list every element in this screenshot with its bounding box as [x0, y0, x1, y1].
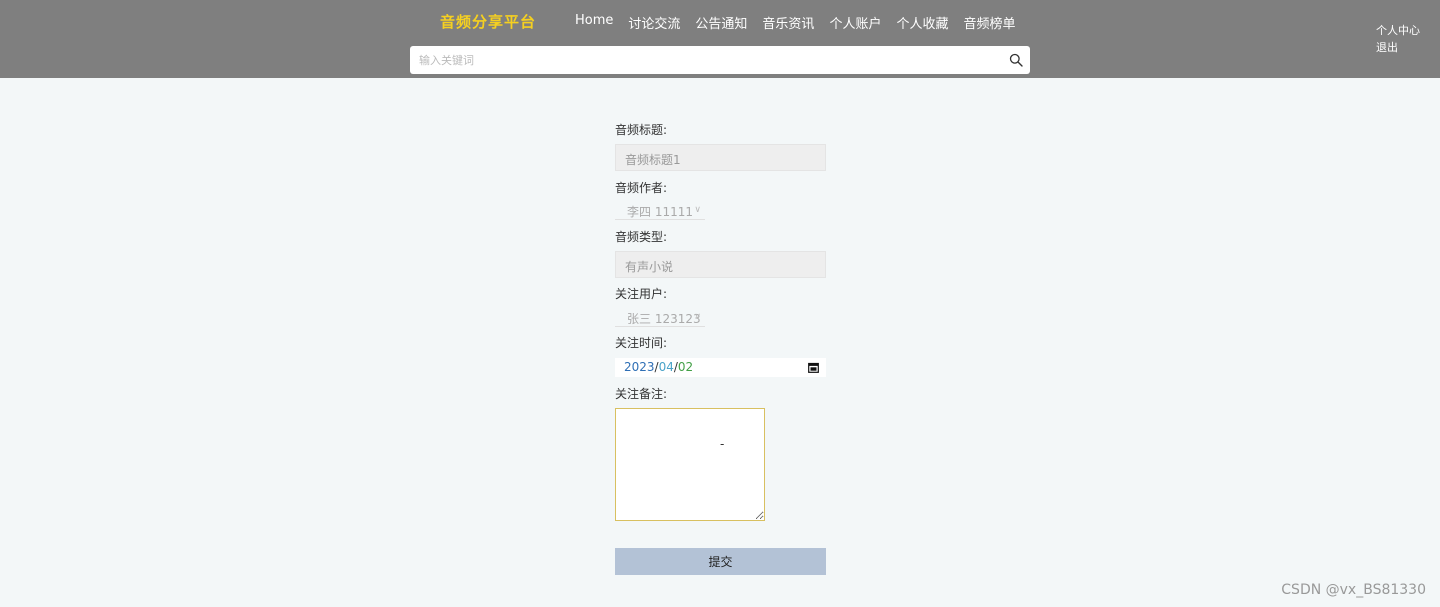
note-textarea[interactable]: [615, 408, 765, 521]
title-field[interactable]: 音频标题1: [615, 144, 826, 171]
date-input[interactable]: 2023/04/02: [615, 358, 826, 377]
note-text: -: [720, 437, 725, 451]
user-select[interactable]: 张三 123123 ∨: [615, 307, 705, 327]
search-input[interactable]: [410, 46, 1000, 74]
chevron-down-icon: ∨: [694, 205, 701, 215]
title-label: 音频标题:: [615, 123, 668, 137]
date-year[interactable]: 2023: [624, 360, 655, 374]
calendar-icon[interactable]: [808, 362, 819, 373]
nav-music-news[interactable]: 音乐资讯: [762, 13, 814, 32]
search-icon[interactable]: [1009, 53, 1023, 67]
date-month[interactable]: 04: [659, 360, 674, 374]
type-label: 音频类型:: [615, 230, 668, 244]
author-select[interactable]: 李四 11111 ∨: [615, 200, 705, 220]
nav-discussion[interactable]: 讨论交流: [628, 13, 680, 32]
user-menu: 个人中心 退出: [1376, 22, 1420, 56]
search-bar: [410, 46, 1030, 74]
logout-link[interactable]: 退出: [1376, 39, 1420, 56]
time-label: 关注时间:: [615, 336, 668, 350]
top-navbar: 音频分享平台 Home 讨论交流 公告通知 音乐资讯 个人账户 个人收藏 音频榜…: [0, 0, 1440, 78]
personal-center-link[interactable]: 个人中心: [1376, 22, 1420, 39]
nav-announcements[interactable]: 公告通知: [695, 13, 747, 32]
author-label: 音频作者:: [615, 181, 668, 195]
date-day[interactable]: 02: [678, 360, 693, 374]
chevron-down-icon: ∨: [694, 312, 701, 322]
note-label: 关注备注:: [615, 387, 668, 401]
type-field[interactable]: 有声小说: [615, 251, 826, 278]
nav-account[interactable]: 个人账户: [829, 13, 881, 32]
main-nav: Home 讨论交流 公告通知 音乐资讯 个人账户 个人收藏 音频榜单: [575, 13, 1030, 32]
author-select-value: 李四 11111: [627, 205, 693, 219]
submit-button[interactable]: 提交: [615, 548, 826, 575]
user-label: 关注用户:: [615, 287, 668, 301]
nav-favorites[interactable]: 个人收藏: [896, 13, 948, 32]
nav-charts[interactable]: 音频榜单: [963, 13, 1015, 32]
brand-logo-text[interactable]: 音频分享平台: [440, 11, 536, 32]
user-select-value: 张三 123123: [627, 312, 701, 326]
nav-home[interactable]: Home: [575, 13, 613, 32]
watermark: CSDN @vx_BS81330: [1281, 582, 1426, 598]
